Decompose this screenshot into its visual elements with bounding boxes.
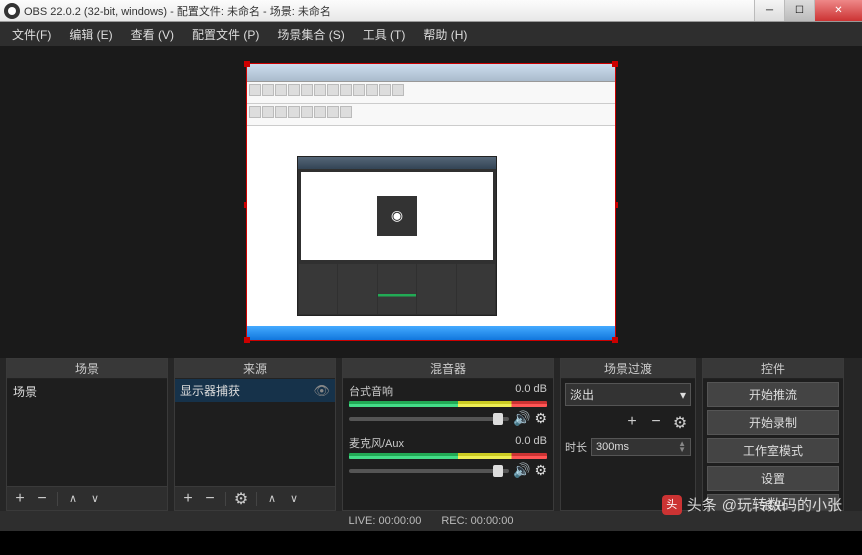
status-live: LIVE: 00:00:00: [349, 515, 422, 527]
preview-frame[interactable]: ◉: [246, 63, 616, 341]
menu-tools[interactable]: 工具 (T): [355, 23, 414, 46]
window-titlebar: OBS 22.0.2 (32-bit, windows) - 配置文件: 未命名…: [0, 0, 862, 22]
add-transition-button[interactable]: +: [623, 413, 641, 433]
add-source-button[interactable]: +: [179, 490, 197, 508]
duration-label: 时长: [565, 439, 587, 455]
transitions-body: 淡出 ▾ + − ⚙ 时长 300ms ▲▼: [561, 379, 695, 510]
add-scene-button[interactable]: +: [11, 490, 29, 508]
mixer-body: 台式音响 0.0 dB 🔊 ⚙ 麦克风/Aux 0.0 dB: [343, 379, 553, 510]
visibility-icon[interactable]: 👁: [313, 383, 330, 399]
sources-toolbar: + − ⚙ ∧ ∨: [175, 486, 335, 510]
studio-mode-button[interactable]: 工作室模式: [707, 438, 839, 463]
preview-content: ◉: [247, 64, 615, 340]
chevron-down-icon: ▾: [680, 388, 686, 402]
scene-item[interactable]: 场景: [7, 379, 167, 404]
channel-db: 0.0 dB: [515, 383, 547, 399]
move-source-up-button[interactable]: ∧: [263, 492, 281, 505]
menu-scene-collection[interactable]: 场景集合 (S): [269, 23, 352, 46]
exit-button[interactable]: 退出: [707, 494, 839, 510]
menu-bar: 文件(F) 编辑 (E) 查看 (V) 配置文件 (P) 场景集合 (S) 工具…: [0, 22, 862, 46]
resize-handle[interactable]: [612, 337, 618, 343]
remove-scene-button[interactable]: −: [33, 490, 51, 508]
remove-transition-button[interactable]: −: [647, 413, 665, 433]
source-properties-button[interactable]: ⚙: [232, 489, 250, 509]
resize-handle[interactable]: [244, 61, 250, 67]
maximize-button[interactable]: ☐: [784, 0, 814, 21]
preview-area[interactable]: ◉: [0, 46, 862, 358]
sources-panel: 来源 显示器捕获 👁 + − ⚙ ∧ ∨: [174, 358, 336, 511]
move-scene-up-button[interactable]: ∧: [64, 492, 82, 505]
channel-settings-icon[interactable]: ⚙: [534, 462, 547, 479]
move-scene-down-button[interactable]: ∨: [86, 492, 104, 505]
transitions-panel: 场景过渡 淡出 ▾ + − ⚙ 时长 300ms ▲▼: [560, 358, 696, 511]
spin-down-icon[interactable]: ▼: [678, 447, 686, 453]
transition-select[interactable]: 淡出 ▾: [565, 383, 691, 406]
start-recording-button[interactable]: 开始录制: [707, 410, 839, 435]
move-source-down-button[interactable]: ∨: [285, 492, 303, 505]
volume-meter: [349, 453, 547, 459]
volume-meter: [349, 401, 547, 407]
transitions-header: 场景过渡: [561, 359, 695, 379]
speaker-icon[interactable]: 🔊: [513, 462, 530, 479]
start-streaming-button[interactable]: 开始推流: [707, 382, 839, 407]
duration-value: 300ms: [596, 441, 629, 453]
controls-header: 控件: [703, 359, 843, 379]
settings-button[interactable]: 设置: [707, 466, 839, 491]
window-title: OBS 22.0.2 (32-bit, windows) - 配置文件: 未命名…: [24, 3, 754, 19]
scenes-panel: 场景 场景 + − ∧ ∨: [6, 358, 168, 511]
minimize-button[interactable]: ─: [754, 0, 784, 21]
menu-help[interactable]: 帮助 (H): [415, 23, 475, 46]
remove-source-button[interactable]: −: [201, 490, 219, 508]
menu-file[interactable]: 文件(F): [4, 23, 59, 46]
channel-db: 0.0 dB: [515, 435, 547, 451]
scenes-toolbar: + − ∧ ∨: [7, 486, 167, 510]
channel-settings-icon[interactable]: ⚙: [534, 410, 547, 427]
source-label: 显示器捕获: [180, 382, 240, 399]
source-item[interactable]: 显示器捕获 👁: [175, 379, 335, 402]
controls-panel: 控件 开始推流 开始录制 工作室模式 设置 退出: [702, 358, 844, 511]
controls-body: 开始推流 开始录制 工作室模式 设置 退出: [703, 379, 843, 510]
sources-header: 来源: [175, 359, 335, 379]
channel-name: 台式音响: [349, 383, 393, 399]
volume-slider[interactable]: [349, 469, 509, 473]
mixer-channel: 麦克风/Aux 0.0 dB 🔊 ⚙: [343, 431, 553, 483]
transition-properties-button[interactable]: ⚙: [671, 413, 689, 433]
volume-slider[interactable]: [349, 417, 509, 421]
speaker-icon[interactable]: 🔊: [513, 410, 530, 427]
docks-row: 场景 场景 + − ∧ ∨ 来源 显示器捕获 👁 + − ⚙ ∧ ∨: [0, 358, 862, 511]
close-button[interactable]: ✕: [814, 0, 862, 21]
sources-list[interactable]: 显示器捕获 👁: [175, 379, 335, 486]
app-icon: [4, 3, 20, 19]
mixer-channel: 台式音响 0.0 dB 🔊 ⚙: [343, 379, 553, 431]
scenes-header: 场景: [7, 359, 167, 379]
menu-view[interactable]: 查看 (V): [123, 23, 182, 46]
menu-edit[interactable]: 编辑 (E): [61, 23, 120, 46]
resize-handle[interactable]: [244, 337, 250, 343]
status-bar: LIVE: 00:00:00 REC: 00:00:00: [0, 511, 862, 531]
mixer-panel: 混音器 台式音响 0.0 dB 🔊 ⚙ 麦克风/Aux 0.0 dB: [342, 358, 554, 511]
mixer-header: 混音器: [343, 359, 553, 379]
status-rec: REC: 00:00:00: [441, 515, 513, 527]
transition-selected: 淡出: [570, 386, 594, 403]
duration-input[interactable]: 300ms ▲▼: [591, 438, 691, 456]
menu-profile[interactable]: 配置文件 (P): [184, 23, 267, 46]
channel-name: 麦克风/Aux: [349, 435, 404, 451]
scenes-list[interactable]: 场景: [7, 379, 167, 486]
resize-handle[interactable]: [612, 61, 618, 67]
